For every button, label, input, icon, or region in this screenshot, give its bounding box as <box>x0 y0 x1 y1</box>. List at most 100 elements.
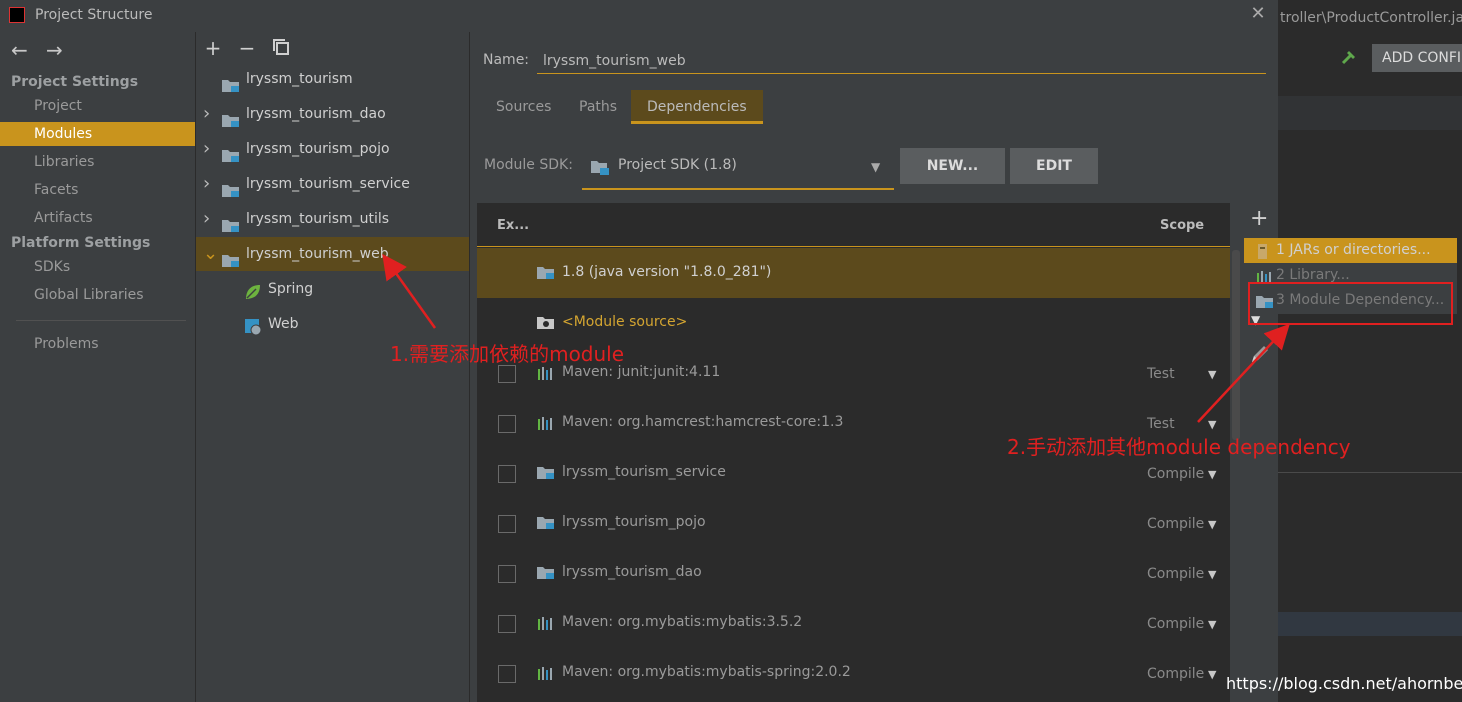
popup-item[interactable]: 1 JARs or directories... <box>1244 238 1457 263</box>
tree-item-label: lryssm_tourism_pojo <box>246 141 390 157</box>
dependency-label: Maven: org.mybatis:mybatis:3.5.2 <box>562 614 803 630</box>
column-header-scope[interactable]: Scope <box>1160 218 1204 233</box>
chevron-right-icon[interactable]: › <box>203 132 210 166</box>
chevron-right-icon[interactable]: › <box>203 202 210 236</box>
web-icon <box>245 319 262 336</box>
scope-value[interactable]: Test <box>1147 416 1175 432</box>
sdk-folder-icon <box>591 161 609 175</box>
chevron-right-icon[interactable]: › <box>203 97 210 131</box>
scope-value[interactable]: Compile <box>1147 466 1204 482</box>
tree-item-icon <box>222 177 240 197</box>
tree-item-module[interactable]: › lryssm_tourism_dao <box>196 97 469 131</box>
tree-item-facet[interactable]: Web <box>196 307 469 341</box>
annotation-step2: 2.手动添加其他module dependency <box>1007 435 1351 459</box>
sidebar-item-facets[interactable]: Facets <box>0 178 195 202</box>
build-hammer-icon[interactable] <box>1340 48 1358 66</box>
sidebar-item-libraries[interactable]: Libraries <box>0 150 195 174</box>
dependency-icon <box>537 566 555 580</box>
tree-item-module[interactable]: lryssm_tourism <box>196 62 469 96</box>
table-header-divider <box>477 246 1230 247</box>
tree-item-module[interactable]: › lryssm_tourism_service <box>196 167 469 201</box>
popup-item-label: 2 Library... <box>1276 267 1350 283</box>
export-checkbox[interactable] <box>498 365 516 383</box>
tree-item-facet[interactable]: Spring <box>196 272 469 306</box>
sidebar-item-project[interactable]: Project <box>0 94 195 118</box>
table-scrollbar[interactable] <box>1232 250 1240 440</box>
scope-dropdown-icon[interactable]: ▼ <box>1208 518 1216 531</box>
back-arrow-icon[interactable]: ← <box>11 38 28 62</box>
chevron-down-icon[interactable]: ▼ <box>871 160 880 174</box>
edit-sdk-button[interactable]: EDIT <box>1010 148 1098 184</box>
scope-value[interactable]: Compile <box>1147 566 1204 582</box>
tree-item-label: lryssm_tourism_utils <box>246 211 390 227</box>
tree-item-module[interactable]: › lryssm_tourism_pojo <box>196 132 469 166</box>
dialog-titlebar <box>0 0 1278 32</box>
sidebar-item-problems[interactable]: Problems <box>0 332 195 356</box>
add-module-icon[interactable]: + <box>203 36 223 60</box>
sidebar-item-sdks[interactable]: SDKs <box>0 255 195 279</box>
tree-item-icon <box>244 280 262 299</box>
module-name-input[interactable]: lryssm_tourism_web <box>537 48 1266 74</box>
dependency-label: <Module source> <box>562 314 688 330</box>
library-icon <box>538 617 552 630</box>
sidebar-item-global-libraries[interactable]: Global Libraries <box>0 283 195 307</box>
editor-divider <box>1278 472 1462 473</box>
section-title-project-settings: Project Settings <box>11 74 139 90</box>
dependency-label: Maven: org.mybatis:mybatis-spring:2.0.2 <box>562 664 851 680</box>
export-checkbox[interactable] <box>498 515 516 533</box>
scope-value[interactable]: Compile <box>1147 616 1204 632</box>
scope-dropdown-icon[interactable]: ▼ <box>1208 668 1216 681</box>
section-title-platform-settings: Platform Settings <box>11 235 151 251</box>
module-folder-icon <box>537 467 554 479</box>
add-dependency-icon[interactable]: + <box>1250 206 1268 231</box>
tree-item-label: lryssm_tourism_dao <box>246 106 386 122</box>
export-checkbox[interactable] <box>498 615 516 633</box>
sidebar-item-artifacts[interactable]: Artifacts <box>0 206 195 230</box>
export-checkbox[interactable] <box>498 665 516 683</box>
dependency-label: lryssm_tourism_service <box>562 464 726 480</box>
sidebar-item-modules[interactable]: Modules <box>0 122 195 146</box>
tab-paths[interactable]: Paths <box>563 90 633 124</box>
remove-module-icon[interactable]: − <box>237 36 257 60</box>
dependency-icon <box>537 616 555 630</box>
annotation-highlight-box <box>1248 282 1453 325</box>
export-checkbox[interactable] <box>498 415 516 433</box>
copy-module-icon[interactable] <box>272 38 290 56</box>
scope-dropdown-icon[interactable]: ▼ <box>1208 468 1216 481</box>
spring-leaf-icon <box>246 285 260 299</box>
new-sdk-button[interactable]: NEW... <box>900 148 1005 184</box>
scope-dropdown-icon[interactable]: ▼ <box>1208 418 1216 431</box>
tab-dependencies[interactable]: Dependencies <box>631 90 763 124</box>
tab-sources[interactable]: Sources <box>480 90 567 124</box>
scope-dropdown-icon[interactable]: ▼ <box>1208 368 1216 381</box>
column-header-export[interactable]: Ex... <box>497 218 529 233</box>
tree-item-label: Web <box>268 316 299 332</box>
editor-highlight-line <box>1278 612 1462 636</box>
popup-item-label: 1 JARs or directories... <box>1276 242 1431 258</box>
dependency-icon <box>537 666 555 680</box>
tree-item-module[interactable]: › lryssm_tourism_utils <box>196 202 469 236</box>
dependency-label: Maven: org.hamcrest:hamcrest-core:1.3 <box>562 414 844 430</box>
export-checkbox[interactable] <box>498 465 516 483</box>
tree-item-module[interactable]: ⌄ lryssm_tourism_web <box>196 237 469 271</box>
scope-dropdown-icon[interactable]: ▼ <box>1208 568 1216 581</box>
source-folder-icon <box>537 317 554 329</box>
export-checkbox[interactable] <box>498 565 516 583</box>
add-configuration-button[interactable]: ADD CONFI <box>1372 44 1462 72</box>
dependency-label: lryssm_tourism_pojo <box>562 514 706 530</box>
edit-pencil-icon[interactable] <box>1249 343 1271 365</box>
dependency-icon <box>537 516 555 530</box>
dependency-icon <box>537 416 555 430</box>
scope-dropdown-icon[interactable]: ▼ <box>1208 618 1216 631</box>
scope-value[interactable]: Test <box>1147 366 1175 382</box>
module-folder-icon <box>537 517 554 529</box>
jar-icon <box>1258 244 1267 259</box>
watermark: https://blog.csdn.net/ahornbeast <box>1226 674 1462 693</box>
scope-value[interactable]: Compile <box>1147 516 1204 532</box>
chevron-down-icon[interactable]: ⌄ <box>203 237 218 271</box>
chevron-right-icon[interactable]: › <box>203 167 210 201</box>
forward-arrow-icon[interactable]: → <box>46 38 63 62</box>
popup-item-icon <box>1256 243 1269 259</box>
close-icon[interactable]: ✕ <box>1248 3 1268 27</box>
scope-value[interactable]: Compile <box>1147 666 1204 682</box>
